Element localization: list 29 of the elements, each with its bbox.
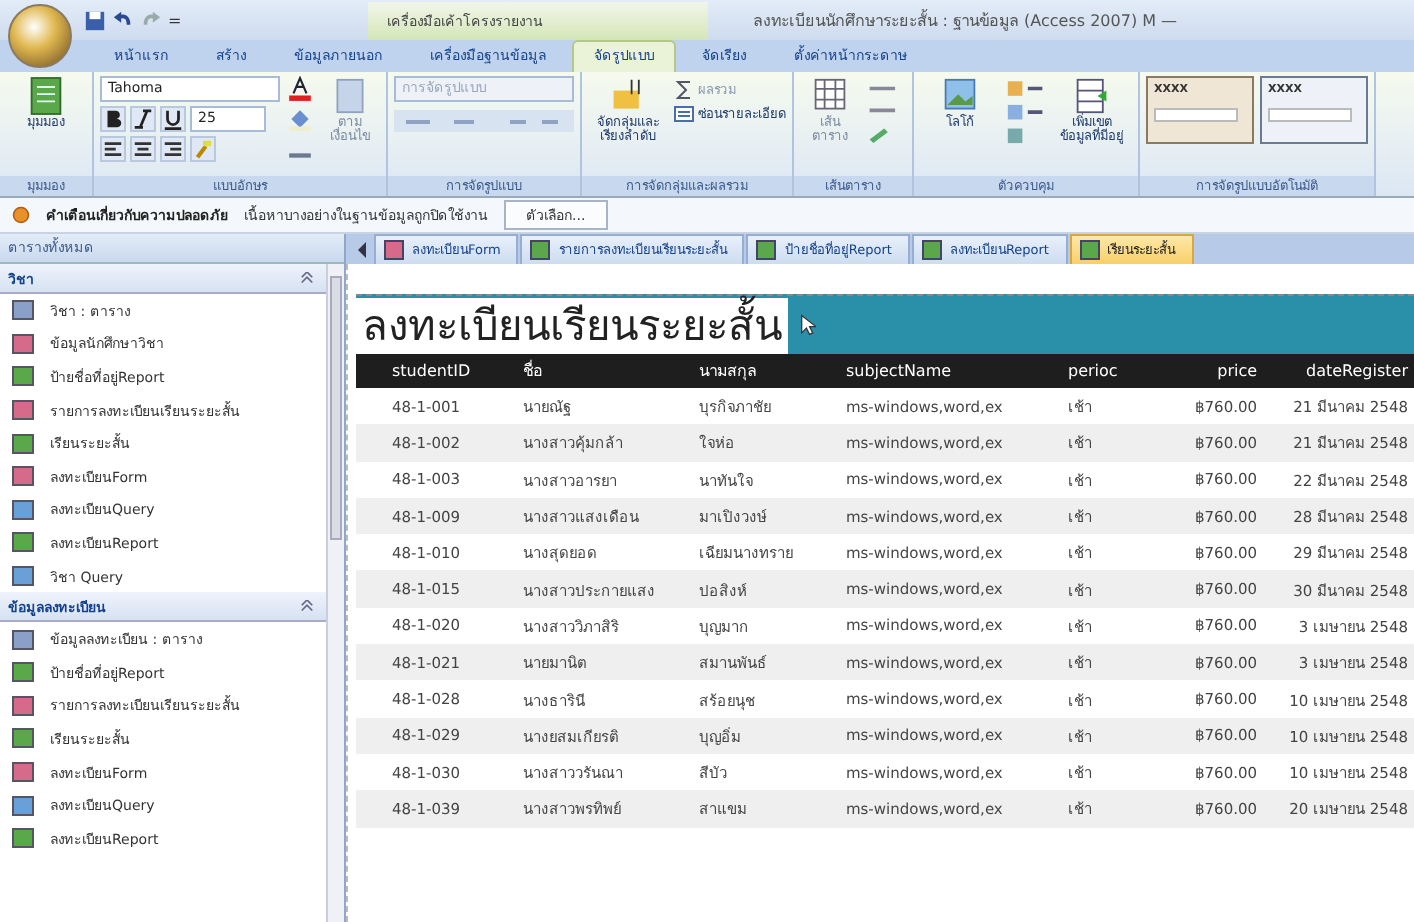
undo-icon[interactable] [112,9,134,31]
customize-toolbar-icon[interactable]: = [168,11,182,29]
align-left-icon[interactable] [100,136,126,162]
office-button[interactable] [8,4,72,68]
column-header: นามสกุล [693,354,840,388]
bold-icon[interactable] [100,106,126,132]
align-center-icon[interactable] [130,136,156,162]
scrollbar[interactable] [326,264,344,922]
column-header: subjectName [839,354,1062,388]
report-title[interactable]: ลงทะเบียนเรียนระยะสั้น [356,297,788,353]
view-icon [28,76,64,116]
chevron-icon[interactable] [300,599,314,614]
font-color-icon[interactable] [286,76,314,102]
field-list-icon [1074,76,1110,116]
column-header: dateRegister [1263,354,1414,388]
fill-color-icon[interactable] [286,106,314,132]
column-header: studentID [356,354,518,388]
column-header: perioc [1061,354,1150,388]
chevron-icon[interactable] [300,271,314,285]
column-header: ชื่อ [517,354,694,388]
details-icon [674,104,694,124]
window-title: ลงทะเบียนนักศึกษาระยะสั้น : ฐานข้อมูล (Access 2007) M — [753,7,1178,33]
italic-icon[interactable] [130,106,156,132]
save-icon[interactable] [84,9,106,31]
sum-icon [674,80,694,100]
underline-icon[interactable] [160,106,186,132]
align-right-icon[interactable] [160,136,186,162]
column-header: price [1149,354,1264,388]
mouse-pointer-icon [800,314,816,336]
